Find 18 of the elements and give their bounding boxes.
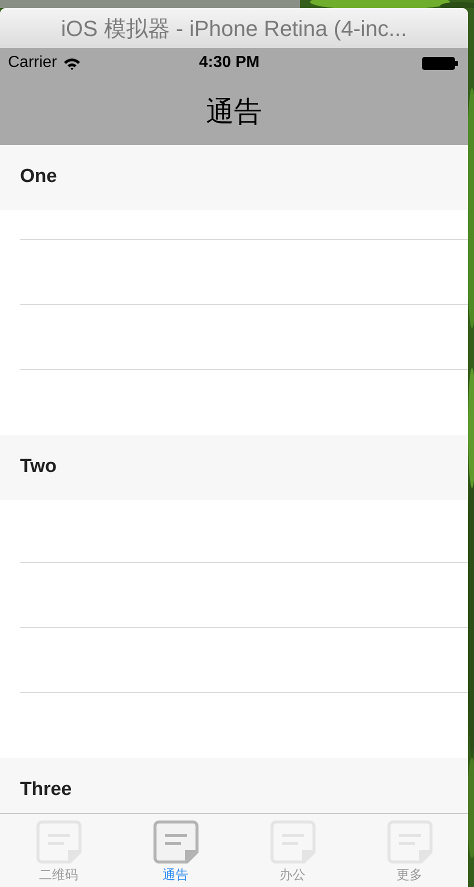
status-time: 4:30 PM [199,53,260,73]
window-title: iOS 模拟器 - iPhone Retina (4-inc... [60,14,407,42]
section-title: Two [20,455,57,480]
tab[interactable]: 通告 [117,814,234,887]
note-icon [152,820,198,864]
tab-label: 更多 [396,866,422,884]
tab[interactable]: 二维码 [0,814,117,887]
wifi-icon [62,56,81,70]
battery-icon [422,56,458,70]
section-title: One [20,165,57,190]
tab[interactable]: 办公 [234,814,351,887]
tab-label: 通告 [162,866,188,884]
tab-label: 二维码 [39,866,78,884]
carrier-label: Carrier [8,53,57,73]
section-title: Three [20,778,72,802]
navigation-title: 通告 [206,94,262,130]
tab-label: 办公 [280,866,306,884]
tab[interactable]: 更多 [351,814,468,887]
